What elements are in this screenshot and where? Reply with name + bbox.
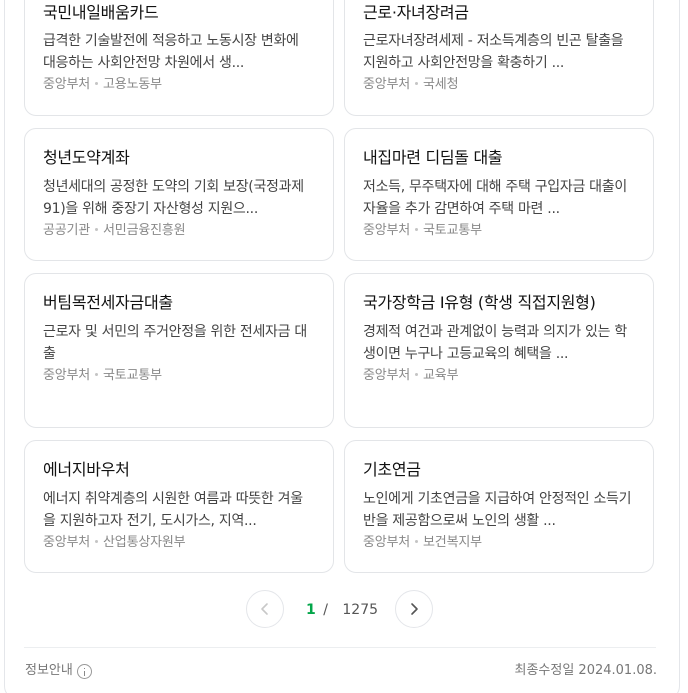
card-org: 국토교통부 [103,368,162,383]
chevron-right-icon [411,603,418,615]
page-indicator: 1 / 1275 [306,600,378,620]
separator-dot [95,228,99,231]
prev-page-button[interactable] [246,590,284,628]
separator-dot [95,540,99,543]
next-page-button[interactable] [395,590,433,628]
card-meta: 중앙부처 산업통상자원부 [43,533,315,553]
card-description: 청년세대의 공정한 도약의 기회 보장(국정과제91)을 위해 중장기 자산형성… [43,179,304,217]
info-icon[interactable] [76,663,92,679]
card-meta: 중앙부처 교육부 [363,366,635,386]
card-description: 노인에게 기초연금을 지급하여 안정적인 소득기반을 제공함으로써 노인의 생활… [363,491,632,529]
card-org: 보건복지부 [423,535,482,550]
card-description: 급격한 기술발전에 적응하고 노동시장 변화에 대응하는 사회안전망 차원에서 … [43,33,299,71]
info-label: 정보안내 [25,663,73,678]
card-meta: 중앙부처 국토교통부 [43,366,315,386]
card-description: 경제적 여건과 관계없이 능력과 의지가 있는 학생이면 누구나 고등교육의 혜… [363,324,627,362]
card-org-type: 중앙부처 [363,223,411,238]
card-org: 국토교통부 [423,223,482,238]
card-title: 국가장학금 Ⅰ유형 (학생 직접지원형) [363,293,596,312]
current-page: 1 [306,602,316,618]
card-title: 국민내일배움카드 [43,3,159,22]
card-org: 국세청 [423,77,459,92]
card-meta: 중앙부처 국세청 [363,75,635,95]
total-pages: 1275 [342,602,379,618]
card-org-type: 중앙부처 [43,535,91,550]
card-title: 청년도약계좌 [43,148,130,167]
card-org-type: 중앙부처 [363,77,411,92]
separator-dot [415,373,419,376]
policy-card[interactable]: 근로·자녀장려금 근로자녀장려세제 - 저소득계층의 빈곤 탈출을 지원하고 사… [344,0,654,116]
card-org-type: 공공기관 [43,223,91,238]
card-description: 근로자녀장려세제 - 저소득계층의 빈곤 탈출을 지원하고 사회안전망을 확충하… [363,33,624,71]
separator-dot [95,82,99,85]
card-org-type: 중앙부처 [43,368,91,383]
card-title: 근로·자녀장려금 [363,3,469,22]
card-org-type: 중앙부처 [43,77,91,92]
card-meta: 중앙부처 국토교통부 [363,221,635,241]
policy-card[interactable]: 기초연금 노인에게 기초연금을 지급하여 안정적인 소득기반을 제공함으로써 노… [344,440,654,573]
footer-divider [24,647,656,648]
separator-dot [415,82,419,85]
last-updated: 최종수정일 2024.01.08. [514,663,658,678]
card-org-type: 중앙부처 [363,535,411,550]
card-meta: 공공기관 서민금융진흥원 [43,221,315,241]
card-org: 고용노동부 [103,77,162,92]
chevron-left-icon [261,603,268,615]
card-org: 서민금융진흥원 [103,223,186,238]
card-meta: 중앙부처 고용노동부 [43,75,315,95]
card-description: 저소득, 무주택자에 대해 주택 구입자금 대출이자율을 추가 감면하여 주택 … [363,179,627,217]
policy-card[interactable]: 내집마련 디딤돌 대출 저소득, 무주택자에 대해 주택 구입자금 대출이자율을… [344,128,654,261]
page-separator: / [323,602,328,618]
separator-dot [415,228,419,231]
separator-dot [95,373,99,376]
card-meta: 중앙부처 보건복지부 [363,533,635,553]
pagination: 1 / 1275 [0,590,688,628]
card-org: 교육부 [423,368,459,383]
card-description: 에너지 취약계층의 시원한 여름과 따뜻한 겨울을 지원하고자 전기, 도시가스… [43,491,303,529]
card-title: 버팀목전세자금대출 [43,293,173,312]
policy-card[interactable]: 버팀목전세자금대출 근로자 및 서민의 주거안정을 위한 전세자금 대출 중앙부… [24,273,334,428]
card-org-type: 중앙부처 [363,368,411,383]
policy-card[interactable]: 국민내일배움카드 급격한 기술발전에 적응하고 노동시장 변화에 대응하는 사회… [24,0,334,116]
card-title: 기초연금 [363,460,421,479]
card-description: 근로자 및 서민의 주거안정을 위한 전세자금 대출 [43,324,307,362]
card-title: 에너지바우처 [43,460,130,479]
policy-card[interactable]: 국가장학금 Ⅰ유형 (학생 직접지원형) 경제적 여건과 관계없이 능력과 의지… [344,273,654,428]
policy-card[interactable]: 청년도약계좌 청년세대의 공정한 도약의 기회 보장(국정과제91)을 위해 중… [24,128,334,261]
separator-dot [415,540,419,543]
policy-card[interactable]: 에너지바우처 에너지 취약계층의 시원한 여름과 따뜻한 겨울을 지원하고자 전… [24,440,334,573]
info-notice[interactable]: 정보안내 [25,661,92,681]
card-org: 산업통상자원부 [103,535,186,550]
card-title: 내집마련 디딤돌 대출 [363,148,503,167]
